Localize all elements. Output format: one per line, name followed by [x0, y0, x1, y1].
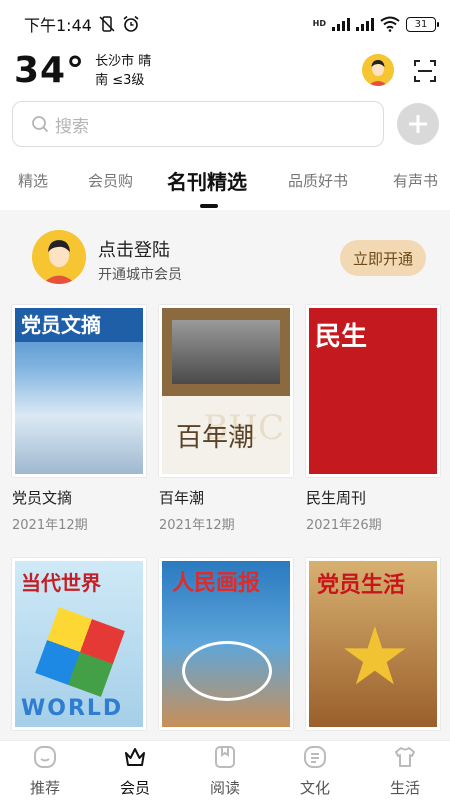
magazine-name: 民生周刊: [306, 489, 367, 507]
shirt-icon: [395, 747, 415, 767]
content-area: 点击登陆 开通城市会员 立即开通 党员文摘 党员文摘 2021年12期 BHC …: [0, 210, 450, 740]
book-icon: [215, 746, 235, 768]
nav-label: 文化: [299, 779, 330, 797]
magazine-card[interactable]: 当代世界 WORLD: [12, 558, 146, 730]
tab-indicator: [200, 204, 218, 208]
open-membership-button[interactable]: 立即开通: [340, 240, 426, 276]
nav-label: 阅读: [209, 779, 240, 797]
smile-icon: [34, 746, 56, 768]
magazine-cover[interactable]: 党员生活 ★: [306, 558, 440, 730]
nav-wenhua[interactable]: 文化: [280, 745, 350, 798]
weather-widget[interactable]: 34° 长沙市 晴 南 ≤3级: [14, 50, 151, 91]
cover-title: 百年潮: [176, 423, 255, 453]
status-time: 下午1:44: [24, 16, 92, 35]
magazine-cover[interactable]: 人民画报: [159, 558, 293, 730]
nav-tuijian[interactable]: 推荐: [10, 745, 80, 798]
battery-level: 31: [414, 18, 428, 30]
cover-title: 人民画报: [172, 570, 261, 596]
plus-icon: [409, 115, 427, 133]
magazine-card[interactable]: 党员生活 ★: [306, 558, 440, 730]
nav-yuedu[interactable]: 阅读: [190, 745, 260, 798]
temperature: 34°: [14, 50, 86, 91]
tab-huiyuangou[interactable]: 会员购: [88, 170, 133, 191]
member-login-title[interactable]: 点击登陆: [98, 236, 170, 262]
tab-pinzhi-haoshu[interactable]: 品质好书: [288, 170, 348, 191]
hd-tag: HD: [312, 19, 326, 28]
tab-mingkan-jingxuan[interactable]: 名刊精选: [167, 166, 247, 195]
add-button[interactable]: [397, 103, 439, 145]
magazine-cover[interactable]: BHC 百年潮: [159, 305, 293, 477]
alarm-icon: [123, 15, 139, 32]
member-subtitle: 开通城市会员: [98, 267, 182, 283]
magazine-card[interactable]: 党员文摘 党员文摘 2021年12期: [12, 305, 146, 533]
category-tabs: 精选 会员购 名刊精选 品质好书 有声书: [0, 160, 450, 204]
member-card[interactable]: 点击登陆 开通城市会员 立即开通: [12, 226, 438, 292]
cover-title: 党员文摘: [15, 308, 143, 342]
bottom-nav: 推荐 会员 阅读 文化 生活: [0, 740, 450, 800]
crown-icon: [125, 748, 145, 766]
scan-icon: [414, 60, 436, 82]
battery-icon: 31: [406, 16, 439, 32]
magazine-card[interactable]: 民生 民生周刊 2021年26期: [306, 305, 440, 533]
signal-icon: [332, 17, 350, 31]
magazine-name: 百年潮: [159, 489, 205, 507]
cover-title: 民生: [315, 322, 368, 352]
cover-title: 当代世界: [21, 571, 101, 595]
magazine-cover[interactable]: 当代世界 WORLD: [12, 558, 146, 730]
magazine-issue: 2021年26期: [306, 518, 382, 533]
member-avatar: [32, 230, 86, 284]
search-input[interactable]: 搜索: [12, 101, 384, 147]
avatar-icon: [362, 54, 394, 86]
user-avatar[interactable]: [362, 54, 394, 86]
nav-huiyuan[interactable]: 会员: [100, 745, 170, 798]
search-placeholder: 搜索: [55, 116, 89, 137]
search-icon: [32, 116, 49, 133]
nav-label: 生活: [389, 779, 420, 797]
nav-shenghuo[interactable]: 生活: [370, 745, 440, 798]
magazine-card[interactable]: 人民画报: [159, 558, 293, 730]
magazine-issue: 2021年12期: [159, 518, 235, 533]
weather-city-condition: 长沙市 晴: [95, 53, 152, 69]
signal-icon-2: [356, 17, 374, 31]
wifi-icon: [380, 16, 400, 32]
tab-jingxuan[interactable]: 精选: [18, 170, 48, 191]
magazine-name: 党员文摘: [12, 489, 73, 507]
vibrate-off-icon: [99, 16, 115, 32]
nav-label: 推荐: [29, 779, 60, 797]
scan-button[interactable]: [412, 58, 438, 84]
magazine-card[interactable]: BHC 百年潮 百年潮 2021年12期: [159, 305, 293, 533]
nav-label: 会员: [119, 779, 150, 797]
magazine-cover[interactable]: 民生: [306, 305, 440, 477]
magazine-cover[interactable]: 党员文摘: [12, 305, 146, 477]
magazine-issue: 2021年12期: [12, 518, 88, 533]
tab-youshengshu[interactable]: 有声书: [393, 170, 438, 191]
avatar-icon: [32, 230, 86, 284]
cover-title: 党员生活: [317, 572, 406, 598]
list-icon: [304, 746, 326, 768]
status-bar: 下午1:44 HD 31: [0, 0, 450, 48]
weather-wind: 南 ≤3级: [95, 72, 145, 88]
